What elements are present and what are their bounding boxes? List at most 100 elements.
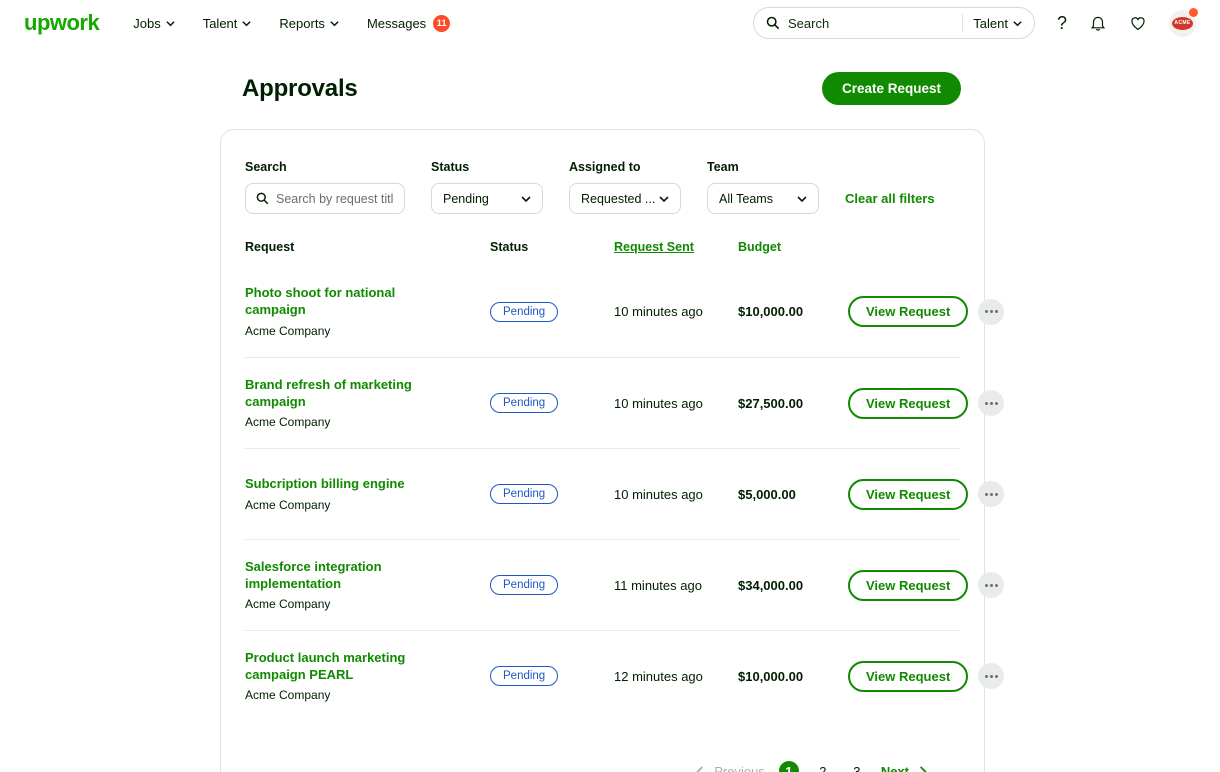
filter-assigned-to: Assigned to Requested ... [569, 160, 681, 214]
view-request-button[interactable]: View Request [848, 479, 968, 510]
ellipsis-icon [985, 493, 988, 496]
chevron-down-icon [1013, 19, 1022, 28]
request-company: Acme Company [245, 597, 490, 611]
actions-cell: View Request [848, 388, 1004, 419]
account-avatar[interactable]: ACME [1169, 10, 1196, 37]
pagination-next[interactable]: Next [881, 764, 928, 772]
filter-team: Team All Teams [707, 160, 819, 214]
request-rows: Photo shoot for national campaign Acme C… [245, 266, 960, 721]
chevron-down-icon [659, 194, 669, 204]
search-scope-dropdown[interactable]: Talent [973, 16, 1022, 31]
assigned-filter-select[interactable]: Requested ... [569, 183, 681, 214]
create-request-button[interactable]: Create Request [822, 72, 961, 105]
approvals-card: Search Status Pending Assigned to Reques… [220, 129, 985, 772]
status-filter-label: Status [431, 160, 543, 174]
request-title-link[interactable]: Photo shoot for national campaign [245, 285, 435, 318]
ellipsis-icon [985, 584, 988, 587]
request-cell: Product launch marketing campaign PEARL … [245, 650, 490, 702]
help-icon[interactable]: ? [1057, 13, 1067, 34]
request-cell: Subcription billing engine Acme Company [245, 476, 490, 512]
team-filter-select[interactable]: All Teams [707, 183, 819, 214]
status-cell: Pending [490, 484, 614, 504]
request-title-link[interactable]: Subcription billing engine [245, 476, 435, 493]
filter-status: Status Pending [431, 160, 543, 214]
global-search-input[interactable] [788, 16, 952, 31]
pagination: Previous 1 2 3 Next [245, 761, 960, 772]
request-row: Photo shoot for national campaign Acme C… [245, 266, 960, 357]
column-header-budget[interactable]: Budget [738, 240, 848, 254]
status-badge: Pending [490, 484, 558, 504]
view-request-button[interactable]: View Request [848, 296, 968, 327]
nav-item-jobs[interactable]: Jobs [133, 16, 174, 31]
more-options-button[interactable] [978, 390, 1004, 416]
table-header-row: Request Status Request Sent Budget [245, 240, 960, 266]
status-badge: Pending [490, 393, 558, 413]
status-filter-select[interactable]: Pending [431, 183, 543, 214]
more-options-button[interactable] [978, 299, 1004, 325]
search-icon [766, 16, 780, 30]
chevron-down-icon [330, 19, 339, 28]
more-options-button[interactable] [978, 481, 1004, 507]
nav-item-talent[interactable]: Talent [203, 16, 252, 31]
request-company: Acme Company [245, 498, 490, 512]
filters-bar: Search Status Pending Assigned to Reques… [245, 160, 960, 214]
more-options-button[interactable] [978, 663, 1004, 689]
chevron-right-icon [917, 766, 928, 772]
chevron-down-icon [521, 194, 531, 204]
view-request-button[interactable]: View Request [848, 570, 968, 601]
nav-right-section: Talent ? ACME [753, 7, 1196, 39]
main-nav: Jobs Talent Reports Messages 11 [133, 15, 450, 32]
column-header-request-sent[interactable]: Request Sent [614, 240, 738, 254]
pagination-page-1[interactable]: 1 [779, 761, 799, 772]
column-header-request: Request [245, 240, 490, 254]
search-icon [256, 192, 269, 205]
budget-cell: $10,000.00 [738, 304, 848, 319]
pagination-previous[interactable]: Previous [695, 764, 765, 772]
request-row: Salesforce integration implementation Ac… [245, 539, 960, 630]
notifications-bell-icon[interactable] [1089, 14, 1107, 32]
actions-cell: View Request [848, 570, 1004, 601]
request-company: Acme Company [245, 415, 490, 429]
search-scope-divider [962, 14, 963, 32]
status-badge: Pending [490, 302, 558, 322]
more-options-button[interactable] [978, 572, 1004, 598]
avatar-company-label: ACME [1172, 17, 1193, 30]
messages-count-badge: 11 [433, 15, 450, 32]
notification-dot [1189, 8, 1198, 17]
ellipsis-icon [985, 675, 988, 678]
search-filter-input[interactable] [276, 192, 394, 206]
status-cell: Pending [490, 302, 614, 322]
pagination-page-3[interactable]: 3 [847, 761, 867, 772]
ellipsis-icon [985, 310, 988, 313]
clear-all-filters-link[interactable]: Clear all filters [845, 191, 935, 206]
actions-cell: View Request [848, 479, 1004, 510]
request-row: Brand refresh of marketing campaign Acme… [245, 357, 960, 448]
budget-cell: $5,000.00 [738, 487, 848, 502]
favorites-heart-icon[interactable] [1129, 14, 1147, 32]
request-cell: Salesforce integration implementation Ac… [245, 559, 490, 611]
request-title-link[interactable]: Salesforce integration implementation [245, 559, 435, 592]
column-header-status: Status [490, 240, 614, 254]
page-title: Approvals [242, 75, 358, 103]
chevron-down-icon [166, 19, 175, 28]
request-company: Acme Company [245, 324, 490, 338]
view-request-button[interactable]: View Request [848, 388, 968, 419]
request-title-link[interactable]: Product launch marketing campaign PEARL [245, 650, 435, 683]
ellipsis-icon [985, 402, 988, 405]
budget-cell: $34,000.00 [738, 578, 848, 593]
request-title-link[interactable]: Brand refresh of marketing campaign [245, 377, 435, 410]
request-sent-cell: 10 minutes ago [614, 487, 738, 502]
nav-item-reports[interactable]: Reports [279, 16, 339, 31]
view-request-button[interactable]: View Request [848, 661, 968, 692]
main-content: Approvals Create Request Search Status P… [220, 72, 985, 772]
request-sent-cell: 12 minutes ago [614, 669, 738, 684]
nav-item-messages[interactable]: Messages 11 [367, 15, 450, 32]
search-filter-label: Search [245, 160, 405, 174]
search-filter-box [245, 183, 405, 214]
request-row: Subcription billing engine Acme Company … [245, 448, 960, 539]
request-cell: Brand refresh of marketing campaign Acme… [245, 377, 490, 429]
top-navigation: upwork Jobs Talent Reports Messages 11 T… [0, 0, 1220, 46]
pagination-page-2[interactable]: 2 [813, 761, 833, 772]
upwork-logo[interactable]: upwork [24, 10, 99, 36]
status-badge: Pending [490, 575, 558, 595]
